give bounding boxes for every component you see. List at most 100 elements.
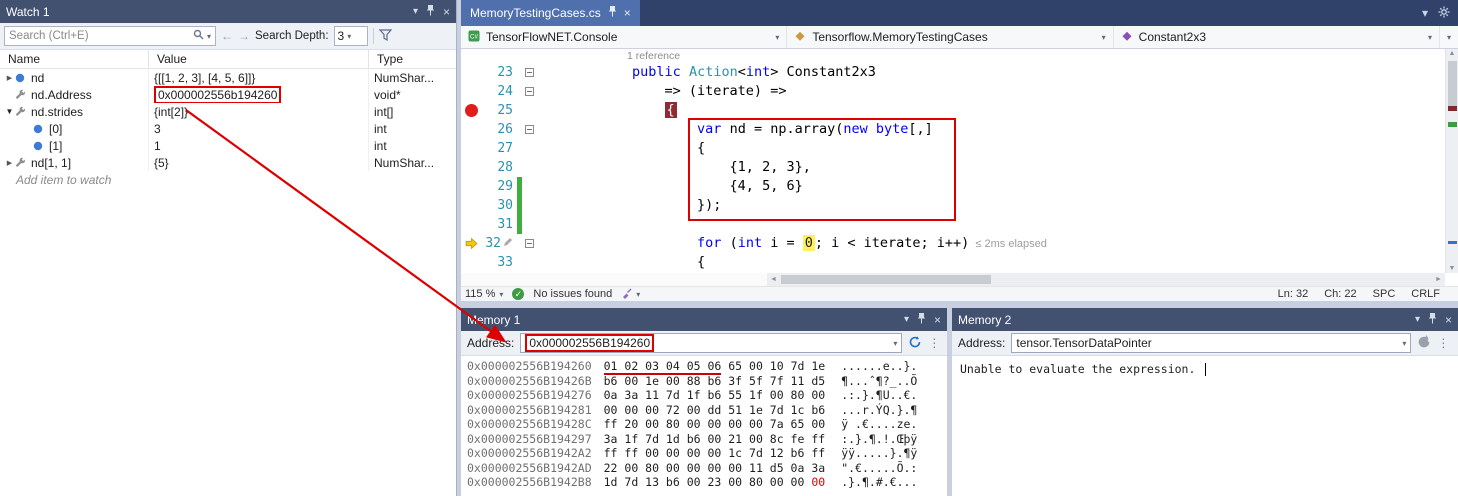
window-position-icon[interactable]: ▾	[413, 6, 418, 17]
code-line[interactable]: 31	[461, 215, 1458, 234]
memory2-address-combo[interactable]: tensor.TensorDataPointer ▾	[1011, 333, 1411, 353]
issues-status[interactable]: No issues found	[533, 288, 612, 300]
memory-row[interactable]: 0x000002556B19426001 02 03 04 05 06 65 0…	[467, 359, 947, 374]
health-check-icon[interactable]: ✓	[512, 288, 524, 300]
breakpoint-icon[interactable]	[465, 104, 478, 117]
expander-icon[interactable]: ▼	[4, 107, 15, 116]
watch-value-cell[interactable]: 1	[148, 137, 368, 154]
column-header-type[interactable]: Type	[368, 50, 456, 68]
collapse-region-icon[interactable]	[525, 125, 534, 134]
memory1-hex-view[interactable]: 0x000002556B19426001 02 03 04 05 06 65 0…	[461, 356, 947, 490]
column-header-name[interactable]: Name	[0, 50, 148, 68]
outline-margin[interactable]	[522, 177, 537, 196]
breakpoint-margin[interactable]	[461, 63, 483, 82]
search-forward-icon[interactable]: →	[238, 29, 250, 43]
outline-margin[interactable]	[522, 101, 537, 120]
memory-row[interactable]: 0x000002556B1942A2ff ff 00 00 00 00 1c 7…	[467, 446, 947, 461]
code-line[interactable]: 26 var nd = np.array(new byte[,]	[461, 120, 1458, 139]
breakpoint-margin[interactable]	[461, 82, 483, 101]
watch-row[interactable]: ▶nd{[[1, 2, 3], [4, 5, 6]]}NumShar...	[0, 69, 456, 86]
pin-icon[interactable]	[917, 313, 926, 327]
breakpoint-margin[interactable]	[461, 196, 483, 215]
code-line[interactable]: 27 {	[461, 139, 1458, 158]
status-line-endings[interactable]: CRLF	[1411, 288, 1440, 300]
status-spaces[interactable]: SPC	[1373, 288, 1396, 300]
watch-title-bar[interactable]: Watch 1 ▾ ×	[0, 0, 456, 23]
watch-add-item-row[interactable]: Add item to watch	[0, 171, 456, 188]
watch-value-cell[interactable]: 0x000002556b194260	[148, 86, 368, 103]
search-options-caret-icon[interactable]: ▾	[207, 32, 211, 41]
toolbar-overflow-icon[interactable]: ⋮	[1437, 336, 1449, 350]
zoom-combo[interactable]: 115 % ▾	[465, 288, 503, 300]
code-line[interactable]: 33 {	[461, 253, 1458, 272]
outline-margin[interactable]	[522, 82, 537, 101]
scroll-right-icon[interactable]: ►	[1432, 276, 1445, 283]
member-dropdown[interactable]: Constant2x3 ▾	[1114, 26, 1440, 48]
toolbar-overflow-icon[interactable]: ⋮	[928, 336, 940, 350]
scroll-left-icon[interactable]: ◄	[767, 276, 780, 283]
breakpoint-margin[interactable]	[461, 253, 483, 272]
outline-margin[interactable]	[522, 234, 537, 253]
filter-icon[interactable]	[379, 29, 392, 44]
memory2-message-area[interactable]: Unable to evaluate the expression.	[952, 356, 1458, 382]
horizontal-scrollbar[interactable]: ◄ ►	[767, 273, 1445, 286]
outline-margin[interactable]	[522, 196, 537, 215]
expander-icon[interactable]: ▶	[4, 159, 15, 167]
chevron-down-icon[interactable]: ▾	[893, 339, 897, 348]
breakpoint-margin[interactable]	[461, 139, 483, 158]
codelens-references[interactable]: 1 reference	[627, 50, 680, 62]
code-area[interactable]: 1 reference23 public Action<int> Constan…	[461, 49, 1458, 272]
search-depth-combo[interactable]: 3 ▾	[334, 26, 368, 46]
watch-value-cell[interactable]: {[[1, 2, 3], [4, 5, 6]]}	[148, 69, 368, 86]
vertical-scrollbar[interactable]: ▲ ▼	[1445, 49, 1458, 273]
watch-row[interactable]: [1]1int	[0, 137, 456, 154]
code-cleanup-button[interactable]: ▾	[621, 287, 640, 302]
watch-row[interactable]: ▼nd.strides{int[2]}int[]	[0, 103, 456, 120]
navbar-split-icon[interactable]: ▾	[1440, 33, 1458, 42]
search-back-icon[interactable]: ←	[221, 29, 233, 43]
scroll-up-icon[interactable]: ▲	[1446, 50, 1458, 57]
code-line[interactable]: 30 });	[461, 196, 1458, 215]
search-input[interactable]: Search (Ctrl+E) ▾	[4, 26, 216, 46]
expander-icon[interactable]: ▶	[4, 74, 15, 82]
memory-row[interactable]: 0x000002556B1942AD22 00 80 00 00 00 00 1…	[467, 461, 947, 476]
close-icon[interactable]: ×	[1445, 313, 1452, 327]
refresh-icon[interactable]	[1417, 335, 1431, 352]
watch-row[interactable]: [0]3int	[0, 120, 456, 137]
window-position-icon[interactable]: ▾	[1415, 314, 1420, 325]
horizontal-scrollbar-thumb[interactable]	[781, 275, 991, 284]
code-line[interactable]: 28 {1, 2, 3},	[461, 158, 1458, 177]
memory-row[interactable]: 0x000002556B1942973a 1f 7d 1d b6 00 21 0…	[467, 432, 947, 447]
breakpoint-margin[interactable]	[461, 158, 483, 177]
outline-margin[interactable]	[522, 120, 537, 139]
memory-row[interactable]: 0x000002556B19428Cff 20 00 80 00 00 00 0…	[467, 417, 947, 432]
close-icon[interactable]: ×	[443, 5, 450, 19]
memory1-title-bar[interactable]: Memory 1 ▾ ×	[461, 308, 947, 331]
breakpoint-margin[interactable]	[461, 120, 483, 139]
code-line[interactable]: 29 {4, 5, 6}	[461, 177, 1458, 196]
memory-row[interactable]: 0x000002556B19426Bb6 00 1e 00 88 b6 3f 5…	[467, 374, 947, 389]
breakpoint-margin[interactable]	[461, 234, 483, 253]
tab-list-caret-icon[interactable]: ▾	[1422, 6, 1428, 20]
tab-pin-icon[interactable]	[608, 6, 617, 20]
status-column[interactable]: Ch: 22	[1324, 288, 1356, 300]
scroll-down-icon[interactable]: ▼	[1446, 265, 1458, 272]
watch-row[interactable]: nd.Address0x000002556b194260void*	[0, 86, 456, 103]
outline-margin[interactable]	[522, 253, 537, 272]
breakpoint-margin[interactable]	[461, 101, 483, 120]
vertical-scrollbar-thumb[interactable]	[1448, 61, 1457, 109]
tab-close-icon[interactable]: ×	[624, 6, 631, 20]
breakpoint-margin[interactable]	[461, 177, 483, 196]
memory2-title-bar[interactable]: Memory 2 ▾ ×	[952, 308, 1458, 331]
code-line[interactable]: 25 {	[461, 101, 1458, 120]
project-dropdown[interactable]: C# TensorFlowNET.Console ▾	[461, 26, 787, 48]
outline-margin[interactable]	[522, 139, 537, 158]
watch-value-cell[interactable]: {5}	[148, 154, 368, 171]
outline-margin[interactable]	[522, 63, 537, 82]
watch-row[interactable]: ▶nd[1, 1]{5}NumShar...	[0, 154, 456, 171]
memory-row[interactable]: 0x000002556B1942760a 3a 11 7d 1f b6 55 1…	[467, 388, 947, 403]
watch-value-cell[interactable]: {int[2]}	[148, 103, 368, 120]
refresh-icon[interactable]	[908, 335, 922, 352]
close-icon[interactable]: ×	[934, 313, 941, 327]
window-position-icon[interactable]: ▾	[904, 314, 909, 325]
